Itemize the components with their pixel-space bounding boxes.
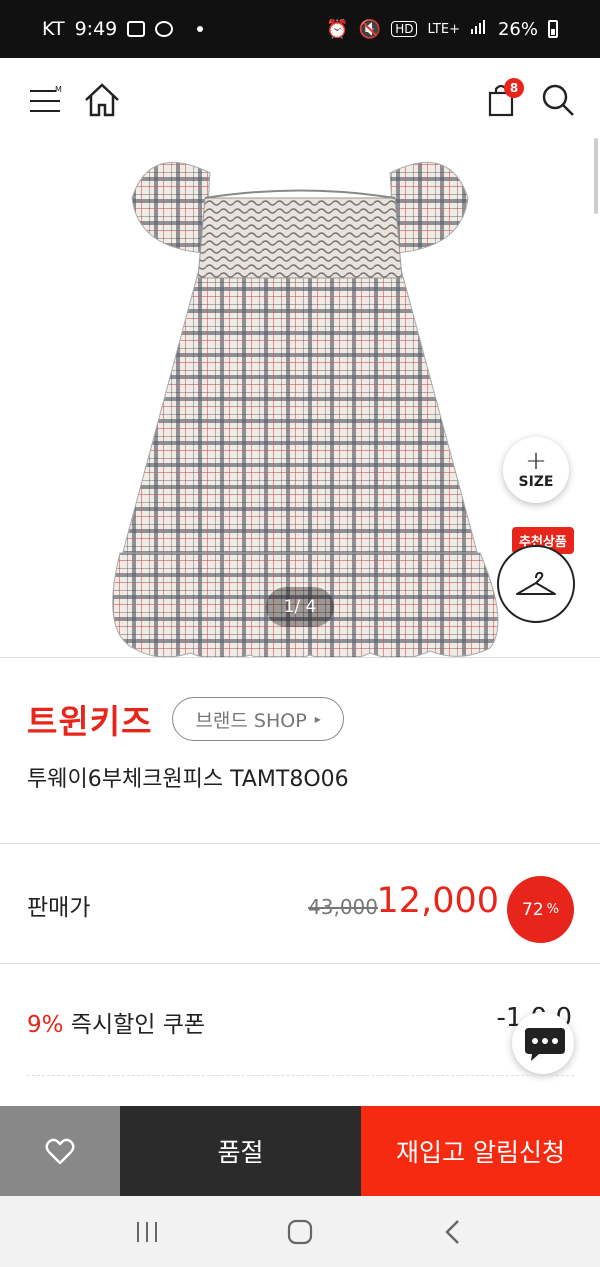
clock: 9:49 bbox=[74, 18, 118, 40]
coupon-text: 즉시할인 쿠폰 bbox=[63, 1012, 206, 1038]
home-button[interactable] bbox=[80, 78, 124, 122]
menu-button[interactable]: M bbox=[22, 78, 66, 122]
back-icon bbox=[445, 1219, 460, 1244]
coupon-percent: 9% bbox=[27, 1012, 64, 1038]
product-name: 투웨이6부체크원피스 TAMT8O06 bbox=[27, 767, 349, 792]
discount-badge: 72 % bbox=[507, 876, 574, 943]
alarm-icon: ⏰ bbox=[326, 18, 349, 40]
brand-row: 트윈키즈 브랜드 SHOP ▸ bbox=[27, 695, 344, 743]
divider bbox=[0, 657, 600, 658]
search-icon bbox=[542, 84, 574, 116]
carrier-label: KT bbox=[42, 18, 65, 40]
coupon-label: 9% 즉시할인 쿠폰 bbox=[27, 1005, 205, 1039]
image-pager: 1/ 4 bbox=[266, 587, 334, 627]
system-navigation-bar bbox=[0, 1196, 600, 1267]
divider bbox=[0, 843, 600, 844]
price-label: 판매가 bbox=[27, 895, 91, 921]
kakaotalk-icon bbox=[155, 21, 174, 37]
restock-alert-button[interactable]: 재입고 알림신청 bbox=[361, 1106, 600, 1196]
divider bbox=[0, 963, 600, 964]
brand-name[interactable]: 트윈키즈 bbox=[27, 695, 152, 743]
hanger-icon bbox=[516, 571, 556, 595]
chevron-right-icon: ▸ bbox=[314, 712, 321, 726]
price-row: 판매가 43,000 12,000 72 % bbox=[0, 855, 600, 955]
soldout-button: 품절 bbox=[120, 1106, 361, 1196]
cart-button[interactable]: 8 bbox=[480, 78, 524, 122]
signal-icon bbox=[470, 19, 488, 40]
search-button[interactable] bbox=[536, 78, 580, 122]
original-price: 43,000 bbox=[308, 895, 378, 919]
bottom-action-bar: 품절 재입고 알림신청 bbox=[0, 1106, 600, 1196]
size-label: SIZE bbox=[518, 474, 554, 490]
mute-icon: 🔇 bbox=[358, 18, 382, 40]
top-navigation: M 8 bbox=[0, 58, 600, 142]
brand-shop-label: 브랜드 SHOP bbox=[195, 709, 307, 732]
plus-icon: + bbox=[525, 446, 547, 476]
wishlist-button[interactable] bbox=[0, 1106, 120, 1196]
recent-apps-icon bbox=[136, 1221, 157, 1242]
chat-bubble-icon bbox=[525, 1028, 565, 1061]
scrollbar-thumb[interactable] bbox=[594, 138, 598, 214]
recent-apps-button[interactable] bbox=[117, 1207, 177, 1257]
battery-percent: 26% bbox=[497, 18, 538, 40]
heart-icon bbox=[45, 1138, 75, 1165]
recommend-products-button[interactable] bbox=[497, 545, 575, 623]
back-button[interactable] bbox=[423, 1207, 483, 1257]
notification-dot-icon bbox=[197, 26, 204, 32]
gallery-icon bbox=[127, 21, 146, 37]
brand-shop-button[interactable]: 브랜드 SHOP ▸ bbox=[172, 697, 344, 741]
sale-price: 12,000 bbox=[376, 881, 499, 921]
battery-icon bbox=[548, 20, 558, 38]
chat-button[interactable] bbox=[512, 1012, 574, 1074]
status-bar: KT 9:49 ⏰ 🔇 HD LTE+ 26% bbox=[0, 0, 600, 58]
divider bbox=[27, 1075, 574, 1076]
hd-voice-icon: HD bbox=[391, 21, 418, 37]
home-circle-icon bbox=[287, 1219, 313, 1244]
coupon-row: 9% 즉시할인 쿠폰 -1,0 0 bbox=[0, 990, 600, 1070]
home-nav-button[interactable] bbox=[270, 1207, 330, 1257]
size-guide-button[interactable]: + SIZE bbox=[503, 437, 569, 503]
svg-text:M: M bbox=[55, 85, 62, 94]
network-type: LTE+ bbox=[427, 21, 460, 37]
hamburger-menu-icon: M bbox=[30, 85, 62, 112]
product-image bbox=[112, 161, 499, 658]
cart-count-badge: 8 bbox=[504, 78, 524, 98]
home-icon bbox=[85, 83, 119, 117]
discount-value: 72 bbox=[522, 899, 544, 920]
discount-unit: % bbox=[546, 902, 559, 917]
